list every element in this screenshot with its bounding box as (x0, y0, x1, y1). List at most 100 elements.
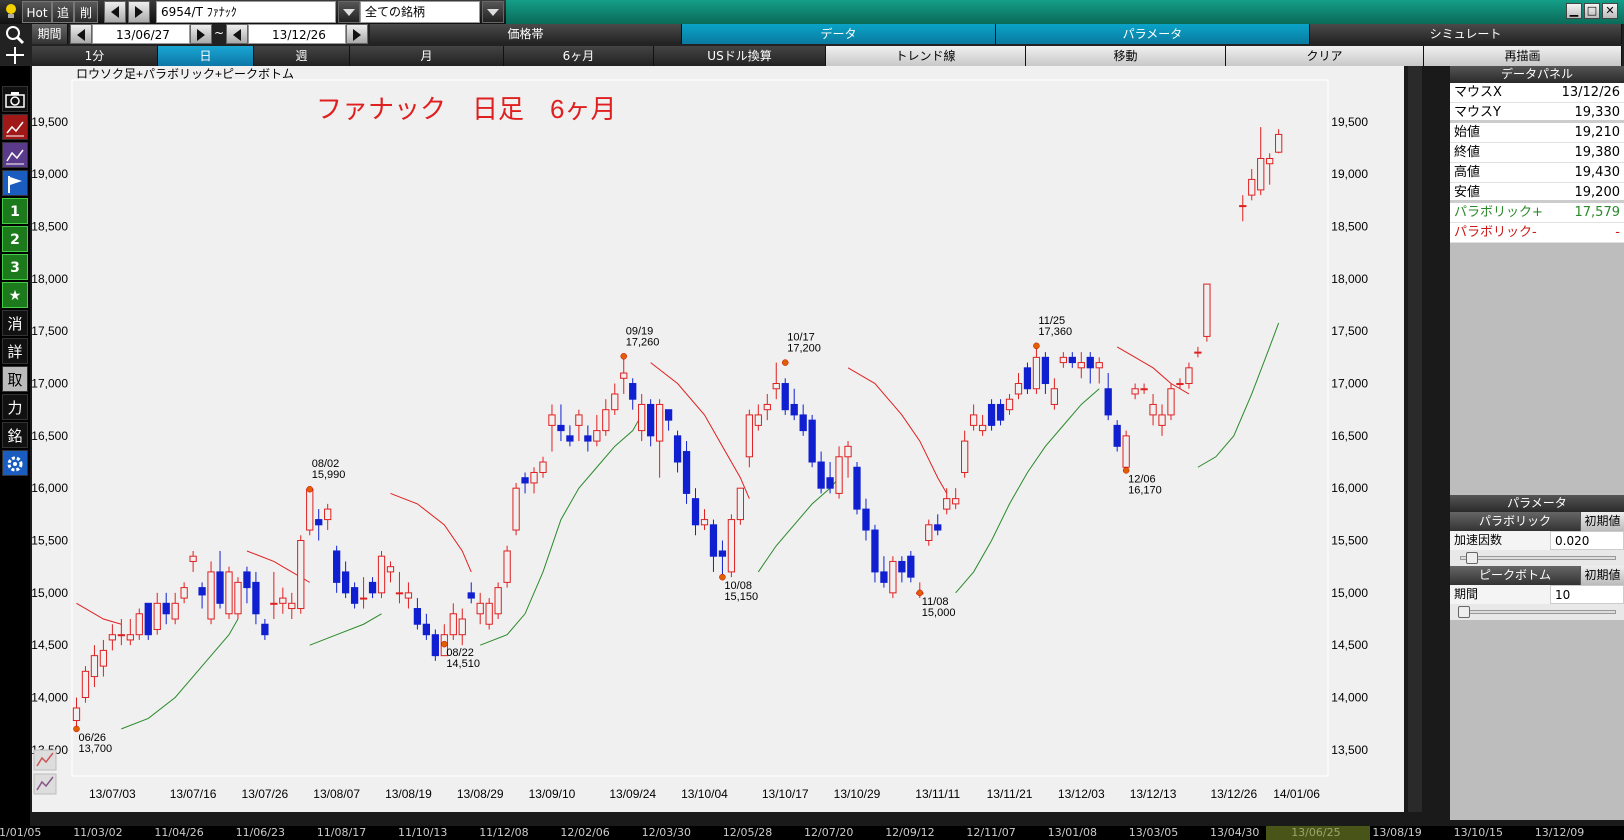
candle-body (691, 498, 700, 526)
symbol-input[interactable]: 6954/T ﾌｧﾅｯｸ (156, 1, 336, 23)
x-tick-label: 13/12/13 (1130, 787, 1177, 801)
crosshair-icon[interactable] (2, 45, 28, 66)
sidebar-item-1[interactable]: 1 (2, 198, 28, 224)
overview-tick-label: 13/12/09 (1534, 826, 1585, 839)
prev-symbol-button[interactable] (104, 1, 126, 23)
candle-body (252, 581, 260, 615)
right-arrow-icon (353, 29, 361, 41)
period-label: 期間 (32, 24, 68, 44)
tab-1min[interactable]: 1分 (32, 46, 158, 66)
chart-title: ファナック 日足 6ヶ月 (316, 94, 616, 124)
candle-body (1257, 157, 1265, 191)
candle-body (575, 414, 583, 426)
candle-body (422, 623, 431, 636)
overview-axis[interactable]: 11/01/05 11/03/02 11/04/26 11/06/23 11/08/17… (0, 826, 1624, 840)
peak-header: ピークボトム 初期値 (1450, 566, 1624, 585)
sidebar-item-stock[interactable]: 銘 (2, 422, 28, 448)
add-button[interactable]: 追 (52, 1, 74, 23)
sidebar-item-erase[interactable]: 消 (2, 310, 28, 336)
x-tick-label: 13/09/10 (529, 787, 576, 801)
candlestick-chart[interactable]: 13,50013,50014,00014,00014,50014,50015,0… (31, 66, 1404, 812)
period-start-prev[interactable] (70, 24, 92, 44)
slider-thumb[interactable] (1466, 552, 1478, 564)
parabolic-reset-button[interactable]: 初期値 (1580, 512, 1624, 531)
list-select[interactable]: 全ての銘柄 (360, 1, 480, 23)
right-arrow-icon (135, 6, 143, 18)
tab-simulate[interactable]: シミュレート (1310, 24, 1622, 44)
candle-body (1275, 133, 1283, 153)
period-end-input[interactable]: 13/12/26 (248, 24, 346, 44)
candle-body (1095, 362, 1103, 369)
x-tick-label: 13/12/26 (1210, 787, 1257, 801)
candle-body (1104, 388, 1112, 416)
timeframe-row: 1分 日 週 月 6ヶ月 USドル換算 トレンド線 移動 クリア 再描画 (0, 45, 1624, 66)
data-row-label: 始値 (1454, 125, 1481, 140)
chart-scrollbar[interactable] (1408, 66, 1422, 812)
maximize-button[interactable]: □ (1584, 3, 1600, 19)
chart-area[interactable]: 13,50013,50014,00014,00014,50014,50015,0… (31, 66, 1404, 812)
overview-window[interactable] (1266, 826, 1370, 840)
candle-body (1158, 414, 1166, 426)
minimize-button[interactable]: ▁ (1566, 3, 1582, 19)
chevron-down-icon (343, 9, 355, 16)
candle-body (727, 519, 736, 573)
accel-slider[interactable] (1450, 550, 1624, 566)
symbol-dropdown-button[interactable] (338, 1, 360, 23)
candle-body (826, 477, 834, 489)
candle-body (350, 587, 359, 604)
flag-icon[interactable] (2, 170, 28, 196)
tab-daily[interactable]: 日 (158, 46, 254, 66)
tab-usd[interactable]: USドル換算 (654, 46, 826, 66)
sidebar-item-3[interactable]: 3 (2, 254, 28, 280)
camera-icon[interactable] (2, 86, 28, 112)
tab-6month[interactable]: 6ヶ月 (504, 46, 654, 66)
next-symbol-button[interactable] (128, 1, 150, 23)
gear-icon[interactable] (2, 450, 28, 476)
candle-body (1248, 178, 1256, 196)
right-panel: データパネル マウスX 13/12/26 マウスY 19,330 始値 19,210 … (1450, 66, 1624, 820)
sidebar-item-trade[interactable]: 取 (2, 366, 28, 392)
sidebar-item-input[interactable]: 力 (2, 394, 28, 420)
clear-button[interactable]: クリア (1226, 46, 1424, 66)
delete-button[interactable]: 削 (74, 1, 98, 23)
data-row-value: 19,430 (1574, 165, 1621, 180)
overview-tick-label: 12/02/06 (560, 826, 610, 839)
candle-body (207, 571, 215, 620)
x-tick-label: 13/12/03 (1058, 787, 1105, 801)
tab-weekly[interactable]: 週 (254, 46, 350, 66)
candle-body (808, 419, 816, 463)
period-param-input[interactable]: 10 (1550, 585, 1624, 604)
period-end-prev[interactable] (226, 24, 248, 44)
tab-price-range[interactable]: 価格帯 (370, 24, 682, 44)
trendline-button[interactable]: トレンド線 (826, 46, 1026, 66)
star-icon[interactable]: ★ (2, 282, 28, 308)
tab-data[interactable]: データ (682, 24, 996, 44)
y-tick-label-left: 14,000 (32, 691, 68, 705)
sidebar-item-detail[interactable]: 詳 (2, 338, 28, 364)
list-dropdown-button[interactable] (482, 1, 504, 23)
left-arrow-icon (77, 29, 85, 41)
chart-compare-icon[interactable] (2, 142, 28, 168)
period-slider[interactable] (1450, 604, 1624, 620)
period-end-next[interactable] (346, 24, 368, 44)
chart-line-icon[interactable] (2, 114, 28, 140)
accel-input[interactable]: 0.020 (1550, 531, 1624, 550)
candle-body (386, 566, 395, 573)
hot-button[interactable]: Hot (22, 1, 52, 23)
tab-parameter[interactable]: パラメータ (996, 24, 1310, 44)
slider-thumb[interactable] (1458, 606, 1470, 618)
param-panel-title: パラメータ (1450, 495, 1624, 512)
sidebar-item-2[interactable]: 2 (2, 226, 28, 252)
tab-monthly[interactable]: 月 (350, 46, 504, 66)
bulb-icon[interactable] (4, 3, 18, 19)
close-button[interactable]: ✕ (1602, 3, 1618, 19)
search-icon[interactable] (2, 24, 28, 45)
peak-reset-button[interactable]: 初期値 (1580, 566, 1624, 585)
move-button[interactable]: 移動 (1026, 46, 1226, 66)
period-start-input[interactable]: 13/06/27 (92, 24, 190, 44)
data-panel: マウスX 13/12/26 マウスY 19,330 始値 19,210 終値 19,38… (1450, 83, 1624, 243)
redraw-button[interactable]: 再描画 (1424, 46, 1622, 66)
candle-body (413, 608, 422, 625)
period-start-next[interactable] (190, 24, 212, 44)
overview-tick-label: 13/10/15 (1453, 826, 1503, 839)
